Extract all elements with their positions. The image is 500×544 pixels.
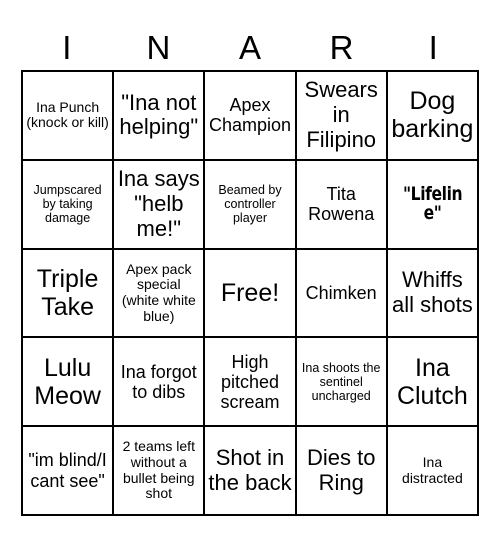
bingo-cell-text: High pitched scream xyxy=(220,351,280,412)
bingo-cell[interactable]: 2 teams left without a bullet being shot xyxy=(114,427,206,516)
bingo-cell[interactable]: Ina Clutch xyxy=(387,338,479,428)
bingo-cell-text: Swears in Filipino xyxy=(304,77,378,152)
header-letter-2: N xyxy=(146,29,171,66)
bingo-cell-free[interactable]: Free! xyxy=(205,249,297,339)
bingo-cell[interactable]: "Lifeline" xyxy=(387,160,479,250)
bingo-cell[interactable]: High pitched scream xyxy=(205,338,297,428)
bingo-cell-text: Ina shoots the sentinel uncharged xyxy=(301,360,381,403)
bingo-cell[interactable]: Ina distracted xyxy=(387,427,479,516)
bingo-cell[interactable]: Ina Punch (knock or kill) xyxy=(23,72,115,161)
bingo-header: I N A R I xyxy=(21,0,479,70)
bingo-cell-text: Ina Clutch xyxy=(396,353,468,410)
bingo-cell-text: Chimken xyxy=(305,282,377,303)
bingo-cell-text: "im blind/I cant see" xyxy=(28,450,107,491)
bingo-cell-text: Jumpscared by taking damage xyxy=(33,183,102,226)
bingo-grid: Ina Punch (knock or kill) "Ina not helpi… xyxy=(21,70,479,516)
bingo-cell[interactable]: Swears in Filipino xyxy=(296,72,388,161)
bingo-cell-text: Beamed by controller player xyxy=(218,183,282,226)
header-letter-3: A xyxy=(238,29,261,66)
bingo-cell[interactable]: Ina forgot to dibs xyxy=(114,338,206,428)
bingo-cell-text: Triple Take xyxy=(36,264,99,321)
header-letter-1: I xyxy=(62,29,72,66)
bingo-cell-text: Ina says "helb me!" xyxy=(117,166,200,241)
bingo-cell-text: Lulu Meow xyxy=(34,353,101,410)
bingo-cell-text: Ina distracted xyxy=(402,453,463,486)
bingo-cell-text: Shot in the back xyxy=(208,444,292,495)
bingo-cell-text: 2 teams left without a bullet being shot xyxy=(122,438,195,502)
header-letter-4: R xyxy=(329,29,354,66)
bingo-cell[interactable]: Tita Rowena xyxy=(296,160,388,250)
bingo-cell-text: "Ina not helping" xyxy=(119,89,199,140)
bingo-cell-text: Dies to Ring xyxy=(306,444,376,495)
bingo-cell-text: "Lifeline" xyxy=(402,183,463,225)
bingo-cell[interactable]: Whiffs all shots xyxy=(387,249,479,339)
bingo-cell[interactable]: Dog barking xyxy=(387,72,479,161)
bingo-card: I N A R I Ina Punch (knock or kill) "Ina… xyxy=(0,0,500,544)
bingo-cell[interactable]: Apex Champion xyxy=(205,72,297,161)
header-letter-5: I xyxy=(428,29,438,66)
bingo-cell-text: Dog barking xyxy=(391,87,474,144)
bingo-cell[interactable]: "Ina not helping" xyxy=(114,72,206,161)
bingo-cell[interactable]: Ina says "helb me!" xyxy=(114,160,206,250)
bingo-cell-text: Whiffs all shots xyxy=(392,267,473,317)
bingo-cell[interactable]: Triple Take xyxy=(23,249,115,339)
bingo-cell[interactable]: Beamed by controller player xyxy=(205,160,297,250)
bingo-cell-text: Apex pack special (white white blue) xyxy=(121,260,196,324)
bingo-cell-text: Free! xyxy=(220,278,280,307)
bingo-cell[interactable]: Chimken xyxy=(296,249,388,339)
bingo-cell[interactable]: Shot in the back xyxy=(205,427,297,516)
bingo-cell[interactable]: Lulu Meow xyxy=(23,338,115,428)
bingo-cell-text: Tita Rowena xyxy=(308,184,375,225)
bingo-cell[interactable]: Jumpscared by taking damage xyxy=(23,160,115,250)
bingo-cell[interactable]: Ina shoots the sentinel uncharged xyxy=(296,338,388,428)
bingo-cell-text: Ina Punch (knock or kill) xyxy=(26,98,109,131)
bingo-cell-text: Apex Champion xyxy=(208,95,292,136)
bingo-cell-text: Ina forgot to dibs xyxy=(120,361,197,402)
bingo-cell[interactable]: "im blind/I cant see" xyxy=(23,427,115,516)
bingo-cell[interactable]: Apex pack special (white white blue) xyxy=(114,249,206,339)
bingo-cell[interactable]: Dies to Ring xyxy=(296,427,388,516)
